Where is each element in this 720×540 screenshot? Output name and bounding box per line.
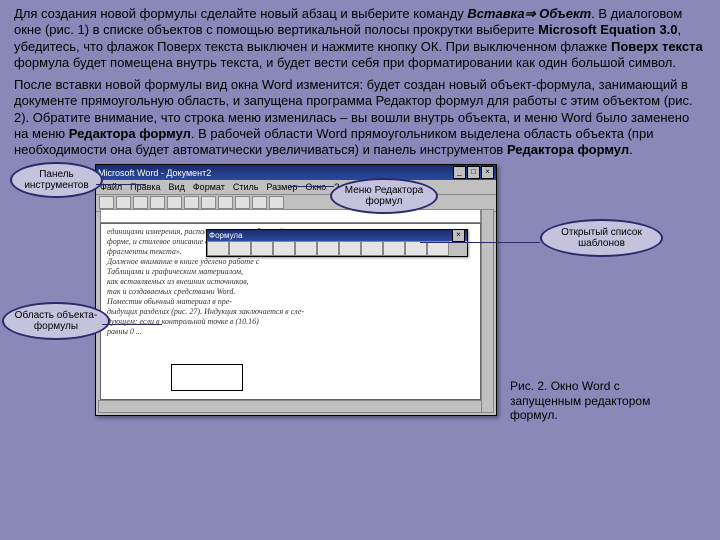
doc-line: дующем: если в контрольной точке в (10.1… [107, 317, 474, 327]
tool-button[interactable] [218, 196, 233, 209]
flag-label: Поверх текста [611, 39, 703, 54]
cmd-insert: Вставка [467, 6, 524, 21]
paragraph-2: После вставки новой формулы вид окна Wor… [0, 71, 720, 158]
minimize-icon[interactable]: _ [453, 166, 466, 179]
callout-template-list: Открытый список шаблонов [540, 219, 663, 257]
tool-button[interactable] [150, 196, 165, 209]
tool-button[interactable] [167, 196, 182, 209]
menu-item[interactable]: Стиль [233, 182, 259, 192]
window-titlebar: Microsoft Word - Документ2 _ □ × [96, 165, 496, 180]
template-button[interactable] [251, 241, 273, 256]
arrow-icon: ⇒ [525, 6, 540, 21]
connector-line [290, 186, 334, 187]
doc-line: Поместив обычный материал в пре- [107, 297, 474, 307]
ruler [100, 209, 481, 223]
figure-caption: Рис. 2. Окно Word с запущенным редакторо… [510, 379, 680, 422]
tool-button[interactable] [201, 196, 216, 209]
cmd-object: Объект [539, 6, 591, 21]
connector-line [102, 324, 162, 325]
tool-button[interactable] [99, 196, 114, 209]
connector-line [420, 242, 540, 243]
text: . [629, 142, 633, 157]
scrollbar-horizontal[interactable] [98, 400, 482, 413]
template-button[interactable] [361, 241, 383, 256]
menu-item[interactable]: Вид [169, 182, 185, 192]
doc-line: как вставляемых из внешних источников, [107, 277, 474, 287]
editor-name: Редактора формул [507, 142, 629, 157]
doc-line: так и создаваемых средствами Word. [107, 287, 474, 297]
callout-object-area: Область объекта-формулы [2, 302, 110, 340]
connector-line [96, 184, 146, 185]
callout-toolbar: Панель инструментов [10, 162, 103, 198]
close-icon[interactable]: × [481, 166, 494, 179]
maximize-icon[interactable]: □ [467, 166, 480, 179]
doc-line: Таблицами и графическим материалом, [107, 267, 474, 277]
text: формула будет помещена внутрь текста, и … [14, 55, 676, 70]
tool-button[interactable] [133, 196, 148, 209]
doc-line: дыдущих разделах (рис. 27). Индукция зак… [107, 307, 474, 317]
tool-button[interactable] [252, 196, 267, 209]
tool-button[interactable] [235, 196, 250, 209]
close-icon[interactable]: × [452, 229, 465, 242]
ms-equation: Microsoft Equation 3.0 [538, 22, 677, 37]
paragraph-1: Для создания новой формулы сделайте новы… [0, 0, 720, 71]
template-button[interactable] [273, 241, 295, 256]
tool-button[interactable] [184, 196, 199, 209]
equation-toolbar[interactable]: Формула × [206, 229, 468, 257]
object-frame[interactable] [171, 364, 243, 391]
scrollbar-vertical[interactable] [481, 209, 494, 413]
word-window: Microsoft Word - Документ2 _ □ × Файл Пр… [95, 164, 497, 416]
template-button[interactable] [295, 241, 317, 256]
text: Для создания новой формулы сделайте новы… [14, 6, 467, 21]
callout-editor-menu: Меню Редактора формул [330, 178, 438, 214]
menu-item[interactable]: Окно [305, 182, 326, 192]
template-button[interactable] [339, 241, 361, 256]
tool-button[interactable] [269, 196, 284, 209]
template-button[interactable] [383, 241, 405, 256]
template-button[interactable] [229, 241, 251, 256]
equation-toolbar-title: Формула × [207, 230, 467, 241]
doc-line: Должное внимание в книге уделено работе … [107, 257, 474, 267]
doc-line: равны 0 ... [107, 327, 474, 337]
figure-2: Microsoft Word - Документ2 _ □ × Файл Пр… [50, 164, 690, 444]
template-button[interactable] [405, 241, 427, 256]
menu-item[interactable]: Формат [193, 182, 225, 192]
template-button[interactable] [427, 241, 449, 256]
template-button[interactable] [317, 241, 339, 256]
editor-name: Редактора формул [69, 126, 191, 141]
template-button[interactable] [207, 241, 229, 256]
tool-button[interactable] [116, 196, 131, 209]
menu-item[interactable]: Размер [266, 182, 297, 192]
window-title: Microsoft Word - Документ2 [98, 168, 211, 178]
